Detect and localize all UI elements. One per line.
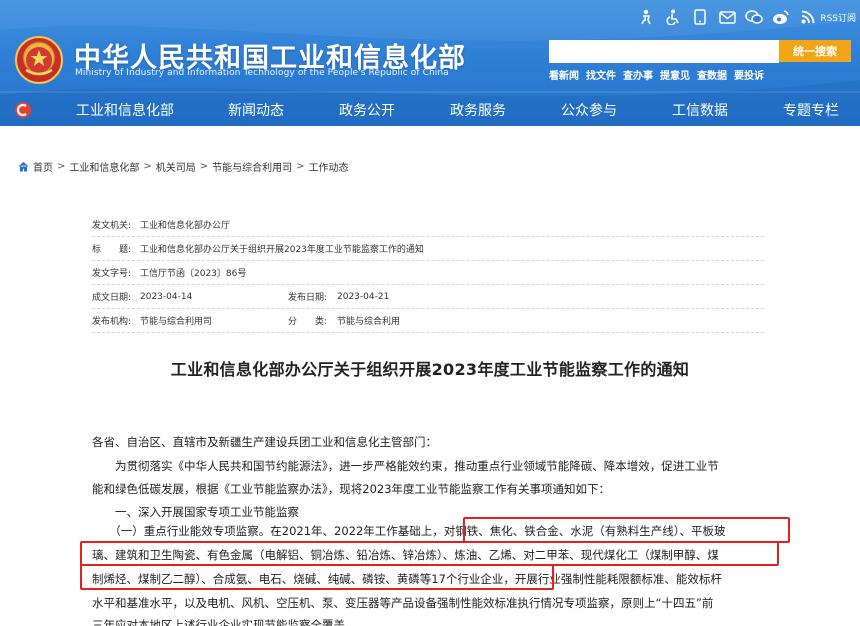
- breadcrumb-item[interactable]: 机关司局: [156, 159, 196, 174]
- nav-item-gov-services[interactable]: 政务服务: [450, 100, 506, 120]
- nav-item-data[interactable]: 工信数据: [672, 100, 728, 120]
- home-icon[interactable]: [18, 161, 29, 172]
- meta-row-dates: 成文日期: 2023-04-14 发布日期: 2023-04-21: [92, 285, 764, 309]
- breadcrumb-separator: >: [199, 160, 209, 172]
- main-nav: 工业和信息化部 新闻动态 政务公开 政务服务 公众参与 工信数据 专题专栏: [0, 92, 860, 126]
- highlight-box: [80, 564, 554, 590]
- highlight-box: [80, 541, 779, 566]
- mail-icon[interactable]: [718, 8, 736, 26]
- meta-label: 标 题:: [92, 245, 132, 255]
- top-icon-bar: RSS订阅: [637, 6, 856, 28]
- site-header: 中华人民共和国工业和信息化部 Ministry of Industry and …: [0, 0, 860, 126]
- nav-item-miit[interactable]: 工业和信息化部: [76, 100, 174, 120]
- document-meta-table: 发文机关: 工业和信息化部办公厅 标 题: 工业和信息化部办公厅关于组织开展20…: [92, 213, 764, 333]
- quick-links: 看新闻 找文件 查办事 提意见 查数据 要投诉: [549, 67, 764, 82]
- ministry-logo-icon: [15, 102, 31, 118]
- quick-link[interactable]: 看新闻: [549, 67, 579, 82]
- article-paragraph-line: 水平和基准水平，以及电机、风机、空压机、泵、变压器等产品设备强制性能效标准执行情…: [92, 596, 714, 610]
- breadcrumb: 首页 > 工业和信息化部 > 机关司局 > 节能与综合利用司 > 工作动态: [18, 159, 349, 174]
- quick-link[interactable]: 查数据: [697, 67, 727, 82]
- accessibility-icon[interactable]: [664, 8, 682, 26]
- weibo-icon[interactable]: [772, 8, 790, 26]
- nav-item-public-participation[interactable]: 公众参与: [561, 100, 617, 120]
- meta-value: 节能与综合利用司: [140, 317, 213, 327]
- national-emblem-icon: [15, 36, 63, 84]
- meta-label: 发布日期:: [288, 293, 328, 303]
- article-paragraph-line: 三年应对本地区上述行业企业实现节能监察全覆盖。: [92, 618, 357, 626]
- article-paragraph-line: 为贯彻落实《中华人民共和国节约能源法》，进一步严格能效约束，推动重点行业领域节能…: [92, 459, 719, 473]
- meta-label: 成文日期:: [92, 293, 132, 303]
- nav-item-topics[interactable]: 专题专栏: [783, 100, 839, 120]
- breadcrumb-item[interactable]: 工业和信息化部: [69, 159, 139, 174]
- search-button[interactable]: 统一搜索: [779, 40, 851, 62]
- meta-value: 工业和信息化部办公厅关于组织开展2023年度工业节能监察工作的通知: [140, 245, 424, 255]
- rss-icon[interactable]: [799, 8, 817, 26]
- search-input[interactable]: [549, 40, 779, 63]
- quick-link[interactable]: 找文件: [586, 67, 616, 82]
- meta-value: 工信厅节函〔2023〕86号: [140, 269, 247, 279]
- article-paragraph-line: 各省、自治区、直辖市及新疆生产建设兵团工业和信息化主管部门：: [92, 435, 437, 449]
- breadcrumb-separator: >: [57, 160, 66, 172]
- nav-item-gov-affairs[interactable]: 政务公开: [339, 100, 395, 120]
- rss-label[interactable]: RSS订阅: [820, 11, 856, 24]
- breadcrumb-item[interactable]: 节能与综合利用司: [212, 159, 292, 174]
- meta-label: 发文机关:: [92, 221, 132, 231]
- meta-label: 发布机构:: [92, 317, 132, 327]
- meta-value: 节能与综合利用: [337, 317, 401, 327]
- site-subtitle: Ministry of Industry and Information Tec…: [75, 68, 449, 78]
- breadcrumb-separator: >: [143, 160, 152, 172]
- meta-row-doc-no: 发文字号: 工信厅节函〔2023〕86号: [92, 261, 764, 285]
- meta-value: 2023-04-14: [140, 291, 193, 302]
- meta-row-issuer: 发文机关: 工业和信息化部办公厅: [92, 213, 764, 237]
- highlight-box: [463, 517, 790, 543]
- meta-value: 工业和信息化部办公厅: [140, 221, 231, 231]
- article-paragraph-line: 能和绿色低碳发展，根据《工业节能监察办法》，现将2023年度工业节能监察工作有关…: [92, 482, 611, 496]
- elderly-mode-icon[interactable]: [637, 8, 655, 26]
- breadcrumb-current[interactable]: 工作动态: [309, 159, 349, 174]
- meta-value: 2023-04-21: [337, 291, 390, 302]
- meta-label: 分 类:: [288, 317, 328, 327]
- mobile-icon[interactable]: [691, 8, 709, 26]
- meta-row-publisher: 发布机构: 节能与综合利用司 分 类: 节能与综合利用: [92, 309, 764, 333]
- search-box: [549, 40, 779, 63]
- quick-link[interactable]: 查办事: [623, 67, 653, 82]
- wechat-icon[interactable]: [745, 8, 764, 26]
- breadcrumb-home[interactable]: 首页: [33, 159, 53, 174]
- quick-link[interactable]: 要投诉: [734, 67, 764, 82]
- article-title: 工业和信息化部办公厅关于组织开展2023年度工业节能监察工作的通知: [170, 360, 690, 379]
- meta-row-title: 标 题: 工业和信息化部办公厅关于组织开展2023年度工业节能监察工作的通知: [92, 237, 764, 261]
- breadcrumb-separator: >: [296, 160, 305, 172]
- meta-label: 发文字号:: [92, 269, 132, 279]
- quick-link[interactable]: 提意见: [660, 67, 690, 82]
- nav-item-news[interactable]: 新闻动态: [228, 100, 284, 120]
